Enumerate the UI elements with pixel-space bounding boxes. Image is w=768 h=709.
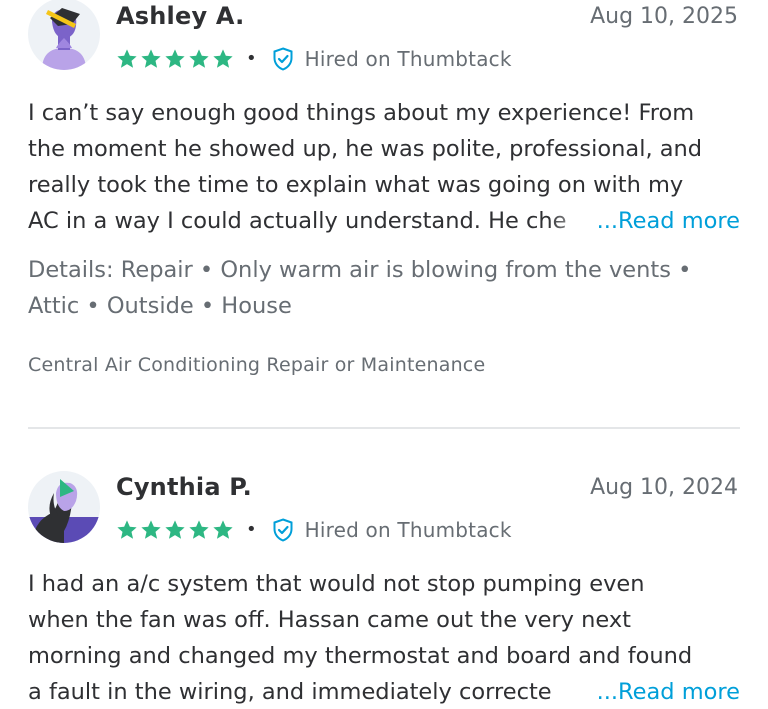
- star-icon: [213, 520, 233, 539]
- star-icon: [165, 520, 185, 539]
- shield-check-icon: [273, 47, 293, 71]
- review-text: I can’t say enough good things about my …: [28, 95, 740, 239]
- review-text-line: really took the time to explain what was…: [28, 172, 684, 198]
- review-meta: • Hired on Thumbtack: [116, 44, 512, 74]
- star-icon: [165, 49, 185, 68]
- review-text-line: the moment he showed up, he was polite, …: [28, 136, 703, 162]
- review-date: Aug 10, 2025: [590, 4, 738, 29]
- review-text-line: AC in a way I could actually understand.…: [28, 203, 740, 239]
- job-details: Details: Repair • Only warm air is blowi…: [28, 252, 740, 324]
- avatar[interactable]: [28, 0, 100, 70]
- review-text-line: morning and changed my thermostat and bo…: [28, 643, 693, 669]
- review-meta: • Hired on Thumbtack: [116, 515, 512, 545]
- star-icon: [189, 49, 209, 68]
- job-details-line: Details: Repair • Only warm air is blowi…: [28, 257, 692, 283]
- service-category: Central Air Conditioning Repair or Maint…: [28, 354, 486, 376]
- review-text-line: a fault in the wiring, and immediately c…: [28, 674, 740, 709]
- star-rating: [116, 519, 234, 541]
- divider: [28, 427, 740, 429]
- star-rating: [116, 48, 234, 70]
- star-icon: [117, 520, 137, 539]
- star-icon: [117, 49, 137, 68]
- review-date: Aug 10, 2024: [590, 475, 738, 500]
- review-text-line: when the fan was off. Hassan came out th…: [28, 607, 631, 633]
- job-details-line: Attic • Outside • House: [28, 293, 292, 319]
- review-text-line: I can’t say enough good things about my …: [28, 100, 695, 126]
- star-icon: [213, 49, 233, 68]
- avatar[interactable]: [28, 471, 100, 543]
- reviewer-name: Cynthia P.: [116, 473, 252, 501]
- review-text-truncated: AC in a way I could actually understand.…: [28, 208, 567, 234]
- review-text-truncated: a fault in the wiring, and immediately c…: [28, 679, 552, 705]
- read-more-link[interactable]: ...Read more: [597, 203, 740, 239]
- star-icon: [141, 520, 161, 539]
- star-icon: [189, 520, 209, 539]
- read-more-link[interactable]: ...Read more: [597, 674, 740, 709]
- shield-check-icon: [273, 518, 293, 542]
- hired-on-thumbtack-label: Hired on Thumbtack: [304, 47, 512, 71]
- separator-dot: •: [246, 519, 257, 540]
- hired-on-thumbtack-label: Hired on Thumbtack: [304, 518, 512, 542]
- review-text-line: I had an a/c system that would not stop …: [28, 571, 645, 597]
- reviewer-name: Ashley A.: [116, 2, 245, 30]
- separator-dot: •: [246, 48, 257, 69]
- review-text: I had an a/c system that would not stop …: [28, 566, 740, 709]
- star-icon: [141, 49, 161, 68]
